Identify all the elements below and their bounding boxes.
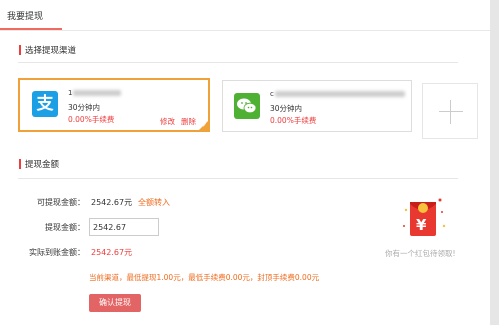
- add-channel-button[interactable]: [422, 83, 478, 139]
- withdraw-panel: 我要提现 选择提现渠道 支 1 30分钟内 0.00%手续费 修改 删除 ✓ c…: [0, 0, 490, 325]
- check-icon: ✓: [201, 122, 207, 129]
- amount-input[interactable]: [89, 218, 159, 236]
- available-label: 可提现金额：: [37, 198, 85, 207]
- plus-icon: [439, 111, 463, 112]
- alipay-icon: 支: [32, 91, 58, 117]
- account-redacted-blur: [275, 91, 405, 97]
- channels-section-title: 选择提现渠道: [19, 44, 76, 56]
- channel-account: c: [270, 90, 274, 98]
- delete-link[interactable]: 删除: [181, 116, 196, 127]
- tab-active-indicator: [0, 28, 62, 30]
- channel-time: 30分钟内: [68, 103, 101, 112]
- channel-time: 30分钟内: [270, 104, 303, 113]
- promo-text[interactable]: 你有一个红包待领取!: [385, 248, 456, 259]
- withdraw-all-link[interactable]: 全额转入: [138, 197, 170, 208]
- edit-link[interactable]: 修改: [160, 116, 175, 127]
- channel-fee: 0.00%手续费: [270, 116, 317, 125]
- channel-card-alipay[interactable]: 支 1 30分钟内 0.00%手续费 修改 删除 ✓: [18, 78, 210, 132]
- wechat-icon: [234, 93, 260, 119]
- channel-account: 1: [68, 89, 73, 97]
- amount-label: 提现金额：: [45, 223, 85, 232]
- scrollbar[interactable]: [490, 0, 499, 325]
- tab-withdraw[interactable]: 我要提现: [7, 9, 43, 22]
- section-divider: [18, 178, 458, 179]
- section-divider: [18, 62, 458, 63]
- fee-notice: 当前渠道，最低提现1.00元，最低手续费0.00元，封顶手续费0.00元: [89, 273, 320, 282]
- account-redacted-blur: [73, 90, 121, 96]
- tab-bar: 我要提现: [0, 0, 490, 31]
- confirm-withdraw-button[interactable]: 确认提现: [89, 294, 141, 312]
- channel-fee: 0.00%手续费: [68, 115, 115, 124]
- available-value: 2542.67元: [91, 198, 133, 207]
- red-envelope-icon[interactable]: ¥: [402, 196, 446, 240]
- amount-section-title: 提现金额: [19, 158, 59, 170]
- actual-label: 实际到账金额：: [29, 248, 85, 257]
- channel-card-wechat[interactable]: c 30分钟内 0.00%手续费: [222, 80, 412, 132]
- actual-value: 2542.67元: [91, 248, 133, 257]
- yuan-symbol: ¥: [416, 216, 427, 234]
- plus-icon-vertical: [450, 100, 451, 124]
